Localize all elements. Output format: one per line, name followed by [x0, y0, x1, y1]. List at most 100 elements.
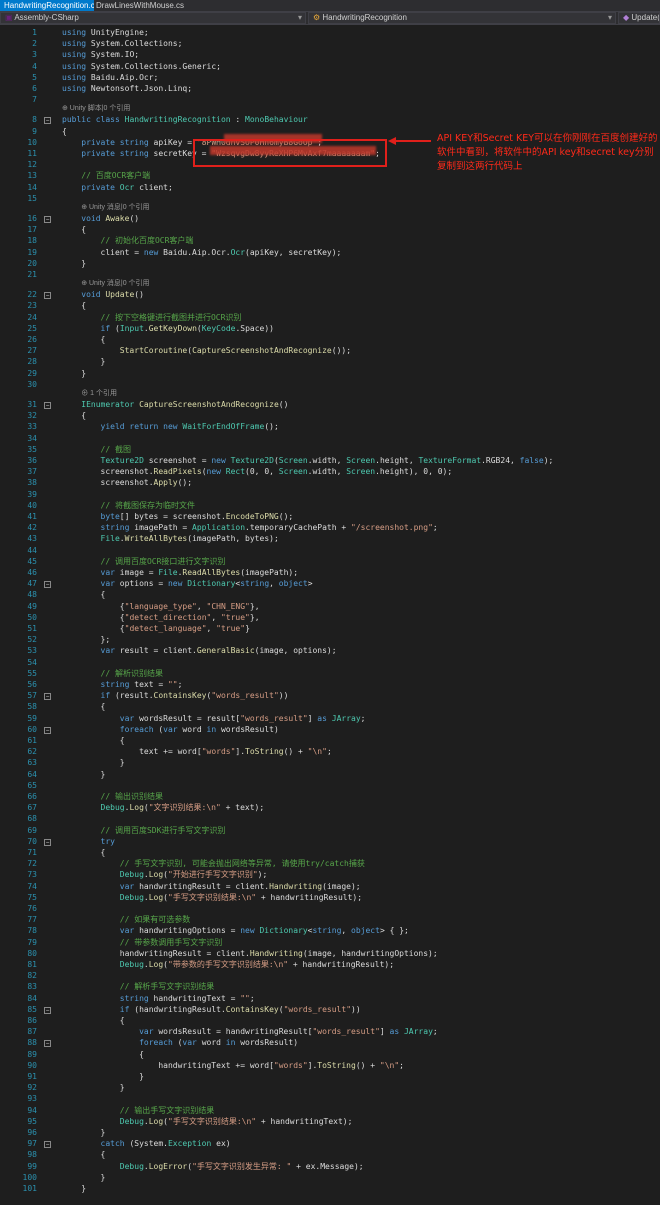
- code-line[interactable]: screenshot.Apply();: [62, 478, 193, 488]
- code-line[interactable]: }: [62, 357, 106, 367]
- code-line[interactable]: foreach (var word in wordsResult): [62, 725, 279, 735]
- code-line[interactable]: public class HandwritingRecognition : Mo…: [62, 115, 308, 125]
- fold-toggle-icon[interactable]: −: [44, 726, 51, 734]
- code-line[interactable]: // 按下空格键进行截图并进行OCR识别: [62, 313, 242, 323]
- code-line[interactable]: using System.Collections.Generic;: [62, 62, 221, 72]
- code-line[interactable]: text += word["words"].ToString() + "\n";: [62, 747, 332, 757]
- code-line[interactable]: }: [62, 758, 125, 768]
- code-line[interactable]: {: [62, 1150, 106, 1160]
- code-line[interactable]: foreach (var word in wordsResult): [62, 1038, 298, 1048]
- code-line[interactable]: }: [62, 259, 86, 269]
- code-line[interactable]: // 百度OCR客户端: [62, 171, 150, 181]
- code-line[interactable]: var image = File.ReadAllBytes(imagePath)…: [62, 568, 298, 578]
- code-line[interactable]: {"detect_direction", "true"},: [62, 613, 260, 623]
- member-dropdown[interactable]: ◆ Update(): [618, 12, 660, 24]
- code-line[interactable]: // 如果有可选参数: [62, 915, 190, 925]
- code-line[interactable]: string text = "";: [62, 680, 183, 690]
- tab-handwriting-recognition[interactable]: HandwritingRecognition.cs*✕: [0, 0, 94, 11]
- code-line[interactable]: Texture2D screenshot = new Texture2D(Scr…: [62, 456, 554, 466]
- code-line[interactable]: using Newtonsoft.Json.Linq;: [62, 84, 192, 94]
- code-line[interactable]: {: [62, 590, 106, 600]
- code-line[interactable]: };: [62, 635, 111, 645]
- code-line[interactable]: {"language_type", "CHN_ENG"},: [62, 602, 260, 612]
- code-line[interactable]: if (Input.GetKeyDown(KeyCode.Space)): [62, 324, 274, 334]
- code-line[interactable]: client = new Baidu.Aip.Ocr.Ocr(apiKey, s…: [62, 248, 342, 258]
- tab-draw-lines-with-mouse[interactable]: DrawLinesWithMouse.cs: [92, 0, 220, 11]
- code-line[interactable]: handwritingText += word["words"].ToStrin…: [62, 1061, 404, 1071]
- fold-toggle-icon[interactable]: −: [44, 693, 51, 701]
- code-line[interactable]: Debug.LogError("手写文字识别发生异常: " + ex.Messa…: [62, 1162, 364, 1172]
- code-line[interactable]: }: [62, 1128, 106, 1138]
- code-line[interactable]: {: [62, 702, 106, 712]
- code-line[interactable]: }: [62, 369, 86, 379]
- code-line[interactable]: }: [62, 1083, 125, 1093]
- code-line[interactable]: using System.Collections;: [62, 39, 182, 49]
- code-line[interactable]: using System.IO;: [62, 50, 139, 60]
- code-line[interactable]: IEnumerator CaptureScreenshotAndRecogniz…: [62, 400, 288, 410]
- code-line[interactable]: var options = new Dictionary<string, obj…: [62, 579, 313, 589]
- code-line[interactable]: {: [62, 335, 106, 345]
- code-line[interactable]: // 调用百度OCR接口进行文字识别: [62, 557, 226, 567]
- fold-toggle-icon[interactable]: −: [44, 292, 51, 300]
- code-line[interactable]: screenshot.ReadPixels(new Rect(0, 0, Scr…: [62, 467, 453, 477]
- code-line[interactable]: {: [62, 736, 125, 746]
- code-line[interactable]: using UnityEngine;: [62, 28, 149, 38]
- code-line[interactable]: using Baidu.Aip.Ocr;: [62, 73, 158, 83]
- project-dropdown[interactable]: ▣ Assembly-CSharp ▾: [0, 12, 306, 24]
- code-editor[interactable]: 1 using UnityEngine; 2 using System.Collect…: [0, 24, 660, 1205]
- code-line[interactable]: StartCoroutine(CaptureScreenshotAndRecog…: [62, 346, 351, 356]
- code-line[interactable]: }: [62, 1184, 86, 1194]
- code-line[interactable]: var wordsResult = handwritingResult["wor…: [62, 1027, 438, 1037]
- code-line[interactable]: {: [62, 411, 86, 421]
- code-line[interactable]: // 带参数调用手写文字识别: [62, 938, 222, 948]
- code-line[interactable]: var wordsResult = result["words_result"]…: [62, 714, 366, 724]
- code-line[interactable]: {: [62, 848, 106, 858]
- fold-toggle-icon[interactable]: −: [44, 1006, 51, 1014]
- fold-toggle-icon[interactable]: −: [44, 117, 51, 125]
- code-line[interactable]: File.WriteAllBytes(imagePath, bytes);: [62, 534, 279, 544]
- code-line[interactable]: var handwritingOptions = new Dictionary<…: [62, 926, 409, 936]
- fold-toggle-icon[interactable]: −: [44, 216, 51, 223]
- code-line[interactable]: private Ocr client;: [62, 183, 173, 193]
- fold-toggle-icon[interactable]: −: [44, 402, 51, 409]
- code-line[interactable]: Debug.Log("文字识别结果:\n" + text);: [62, 803, 265, 813]
- code-line[interactable]: try: [62, 837, 115, 847]
- code-line[interactable]: Debug.Log("手写文字识别结果:\n" + handwritingTex…: [62, 1117, 353, 1127]
- code-line[interactable]: {: [62, 301, 86, 311]
- code-line[interactable]: byte[] bytes = screenshot.EncodeToPNG();: [62, 512, 294, 522]
- code-line[interactable]: {: [62, 225, 86, 235]
- code-line[interactable]: string handwritingText = "";: [62, 994, 255, 1004]
- code-line[interactable]: // 输出识别结果: [62, 792, 163, 802]
- code-line[interactable]: }: [62, 770, 106, 780]
- code-line[interactable]: Debug.Log("开始进行手写文字识别");: [62, 870, 267, 880]
- codelens-annotation[interactable]: ⊕ Unity 脚本|0 个引用: [62, 105, 130, 113]
- code-line[interactable]: // 截图: [62, 445, 131, 455]
- codelens-annotation[interactable]: ⊕ Unity 消息|0 个引用: [81, 204, 149, 212]
- code-line[interactable]: var handwritingResult = client.Handwriti…: [62, 882, 361, 892]
- code-line[interactable]: // 手写文字识别, 可能会抛出网络等异常, 请使用try/catch捕获: [62, 859, 365, 869]
- code-line[interactable]: // 调用百度SDK进行手写文字识别: [62, 826, 226, 836]
- code-line[interactable]: {: [62, 127, 67, 137]
- fold-toggle-icon[interactable]: −: [44, 581, 51, 589]
- code-line[interactable]: if (handwritingResult.ContainsKey("words…: [62, 1005, 361, 1015]
- codelens-annotation[interactable]: ⊕ 1 个引用: [81, 390, 117, 398]
- class-dropdown[interactable]: ⚙ HandwritingRecognition ▾: [308, 12, 616, 24]
- code-line[interactable]: // 初始化百度OCR客户端: [62, 236, 194, 246]
- code-line[interactable]: string imagePath = Application.temporary…: [62, 523, 438, 533]
- code-line[interactable]: // 解析手写文字识别结果: [62, 982, 214, 992]
- code-line[interactable]: if (result.ContainsKey("words_result")): [62, 691, 289, 701]
- code-line[interactable]: var result = client.GeneralBasic(image, …: [62, 646, 337, 656]
- fold-toggle-icon[interactable]: −: [44, 838, 51, 846]
- codelens-annotation[interactable]: ⊕ Unity 消息|0 个引用: [81, 280, 149, 288]
- code-line[interactable]: // 输出手写文字识别结果: [62, 1106, 214, 1116]
- code-line[interactable]: {: [62, 1016, 125, 1026]
- code-line[interactable]: // 解析识别结果: [62, 669, 163, 679]
- code-line[interactable]: void Update(): [62, 290, 144, 300]
- code-line[interactable]: }: [62, 1072, 144, 1082]
- code-line[interactable]: handwritingResult = client.Handwriting(i…: [62, 949, 438, 959]
- code-line[interactable]: Debug.Log("手写文字识别结果:\n" + handwritingRes…: [62, 893, 362, 903]
- code-line[interactable]: // 将截图保存为临时文件: [62, 501, 195, 511]
- fold-toggle-icon[interactable]: −: [44, 1141, 51, 1149]
- code-line[interactable]: {"detect_language", "true"}: [62, 624, 250, 634]
- code-line[interactable]: yield return new WaitForEndOfFrame();: [62, 422, 279, 432]
